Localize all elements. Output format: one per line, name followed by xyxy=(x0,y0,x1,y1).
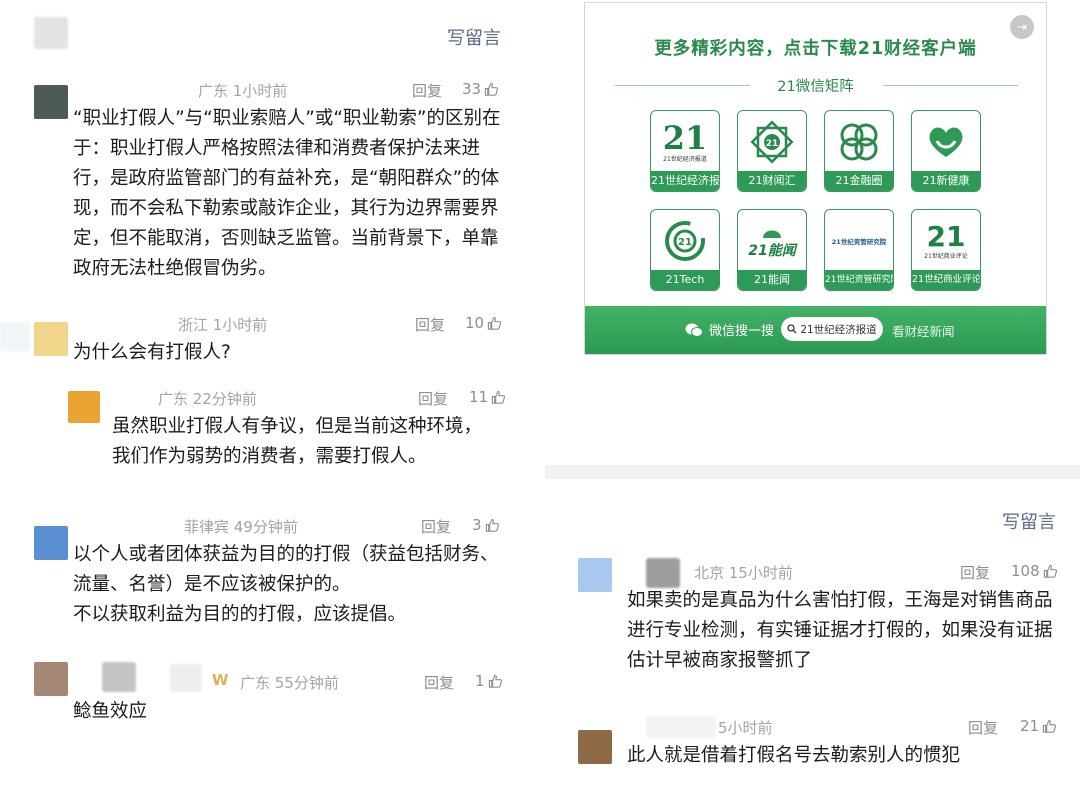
reply-button[interactable]: 回复 xyxy=(415,314,445,335)
reply-button[interactable]: 回复 xyxy=(421,516,451,537)
comment-meta: 广东 22分钟前 xyxy=(158,390,257,408)
tile-label: 21能闻 xyxy=(738,270,806,290)
research-logo-icon: 21世纪资管研究院 xyxy=(831,238,887,246)
tile-logo-caption: 21世纪经济报道 xyxy=(663,155,707,163)
comment-text-line: 以个人或者团体获益为目的的打假（获益包括财务、流量、名誉）是不应该被保护的。 xyxy=(73,544,499,595)
search-keyword-pill[interactable]: 21世纪经济报道 xyxy=(781,317,883,341)
avatar[interactable] xyxy=(34,85,68,119)
wechat-account-tile[interactable]: 21金融圈 xyxy=(824,110,894,192)
comment-meta: 北京 15小时前 xyxy=(694,564,793,582)
svg-text:21: 21 xyxy=(678,237,692,248)
like-button[interactable]: 1 xyxy=(475,672,503,690)
thumbs-up-icon xyxy=(485,518,499,532)
like-count: 1 xyxy=(475,672,485,690)
blurred-username xyxy=(102,662,136,692)
comment-text-line: 不以获取利益为目的的打假，应该提倡。 xyxy=(73,604,407,625)
screenshot-canvas: 写留言 广东 1小时前 回复 33 “职业打假人”与“职业索赔人”或“职业勒索”… xyxy=(0,0,1080,797)
comment-text: 如果卖的是真品为什么害怕打假，王海是对销售商品进行专业检测，有实锤证据才打假的，… xyxy=(627,590,1053,671)
wechat-account-tile[interactable]: 21新健康 xyxy=(911,110,981,192)
like-count: 11 xyxy=(469,388,489,406)
reply-button[interactable]: 回复 xyxy=(412,80,442,101)
comment-meta: 广东 55分钟前 xyxy=(240,674,339,692)
tile-label: 21新健康 xyxy=(912,171,980,191)
wechat-account-tile[interactable]: 21世纪资管研究院 21世纪资管研究院 xyxy=(824,209,894,291)
reply-button[interactable]: 回复 xyxy=(418,388,448,409)
tile-logo-caption: 21世纪商业评论 xyxy=(924,252,968,260)
app-promo-banner[interactable]: ⇥ 更多精彩内容，点击下载21财经客户端 21微信矩阵 21 21世纪经济报道 … xyxy=(584,2,1047,355)
thumbs-up-icon xyxy=(1042,719,1057,733)
thumbs-up-icon xyxy=(488,674,502,688)
thumbs-up-icon xyxy=(491,390,506,404)
wechat-account-tile[interactable]: 21 21Tech xyxy=(650,209,720,291)
wechat-account-tile[interactable]: 21 21世纪经济报道 21世纪经济报道 xyxy=(650,110,720,192)
write-comment-link[interactable]: 写留言 xyxy=(1002,508,1056,534)
comment-meta: 浙江 1小时前 xyxy=(178,316,268,334)
promo-subtitle: 21微信矩阵 xyxy=(777,79,854,95)
comment-meta: 广东 1小时前 xyxy=(198,82,288,100)
tile-label: 21财闻汇 xyxy=(738,171,806,191)
wechat-account-tile[interactable]: 21 21财闻汇 xyxy=(737,110,807,192)
thumbs-up-icon xyxy=(487,316,502,330)
comment-text: “职业打假人”与“职业索赔人”或“职业勒索”的区别在于：职业打假人严格按照法律和… xyxy=(73,108,501,279)
tile-label: 21Tech xyxy=(651,270,719,290)
like-count: 3 xyxy=(472,516,482,534)
reply-button[interactable]: 回复 xyxy=(960,562,990,583)
comment-text: 此人就是借着打假名号去勒索别人的惯犯 xyxy=(627,745,961,766)
like-button[interactable]: 108 xyxy=(1011,562,1058,580)
footer-tagline: 看财经新闻 xyxy=(892,324,955,339)
section-divider xyxy=(545,465,1080,479)
star-emblem-icon: 21 xyxy=(738,111,806,173)
promo-title: 更多精彩内容，点击下载21财经客户端 xyxy=(654,39,977,59)
tile-label: 21世纪商业评论 xyxy=(912,270,980,290)
like-button[interactable]: 10 xyxy=(465,314,502,332)
blurred-username xyxy=(0,322,30,352)
wechat-icon xyxy=(685,323,703,337)
wechat-account-tile[interactable]: 21能闻 21能闻 xyxy=(737,209,807,291)
comment-meta: 菲律宾 49分钟前 xyxy=(184,518,298,536)
like-button[interactable]: 3 xyxy=(472,516,500,534)
blurred-username xyxy=(646,558,680,588)
like-button[interactable]: 21 xyxy=(1020,717,1057,735)
thumbs-up-icon xyxy=(484,82,499,96)
write-comment-link[interactable]: 写留言 xyxy=(447,24,501,50)
knot-emblem-icon xyxy=(825,111,893,173)
like-count: 10 xyxy=(465,314,485,332)
blurred-username xyxy=(170,664,202,692)
comment-meta: 5小时前 xyxy=(718,719,773,737)
comment-text: 虽然职业打假人有争议，但是当前这种环境，我们作为弱势的消费者，需要打假人。 xyxy=(112,416,483,467)
comment-text: 为什么会有打假人? xyxy=(73,342,231,363)
comment-text: 鲶鱼效应 xyxy=(73,701,148,722)
tile-label: 21金融圈 xyxy=(825,171,893,191)
tile-label: 21世纪经济报道 xyxy=(651,171,719,191)
avatar[interactable] xyxy=(68,391,100,423)
reply-button[interactable]: 回复 xyxy=(424,672,454,693)
wechat-search-label: 微信搜一搜 xyxy=(685,320,774,339)
tile-label: 21世纪资管研究院 xyxy=(825,270,893,290)
like-count: 21 xyxy=(1020,717,1040,735)
avatar[interactable] xyxy=(34,662,68,696)
business-logo-icon: 21 21世纪商业评论 xyxy=(924,219,968,260)
avatar[interactable] xyxy=(578,558,612,592)
avatar[interactable] xyxy=(578,730,612,764)
search-icon xyxy=(787,324,797,334)
blurred-username xyxy=(646,716,716,738)
wechat-account-tile[interactable]: 21 21世纪商业评论 21世纪商业评论 xyxy=(911,209,981,291)
avatar[interactable] xyxy=(34,526,68,560)
like-count: 108 xyxy=(1011,562,1040,580)
vip-badge-icon: W xyxy=(212,671,229,689)
svg-text:21: 21 xyxy=(766,139,779,149)
blurred-header-avatar xyxy=(34,17,68,49)
like-button[interactable]: 33 xyxy=(462,80,499,98)
promo-footer: 微信搜一搜 21世纪经济报道 看财经新闻 xyxy=(585,306,1046,354)
like-count: 33 xyxy=(462,80,482,98)
thumbs-up-icon xyxy=(1043,564,1057,578)
reply-button[interactable]: 回复 xyxy=(968,717,998,738)
avatar[interactable] xyxy=(34,322,68,356)
tech-swirl-icon: 21 xyxy=(651,210,719,272)
heart-hand-icon xyxy=(912,111,980,173)
energy-logo-icon: 21能闻 xyxy=(738,210,806,272)
like-button[interactable]: 11 xyxy=(469,388,506,406)
21-logo-icon: 21 21世纪经济报道 xyxy=(662,118,708,163)
